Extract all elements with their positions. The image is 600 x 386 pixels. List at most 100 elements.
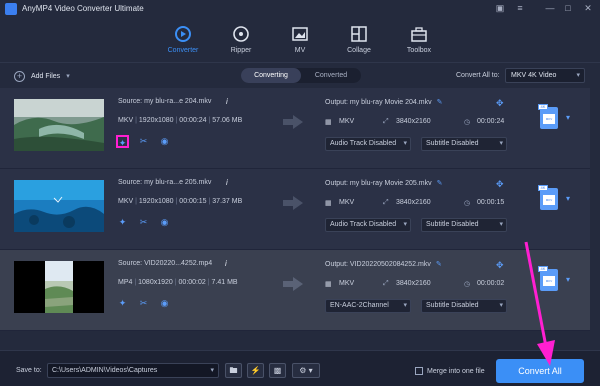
cut-icon[interactable]: ✂	[137, 297, 150, 310]
subtitle-value: Subtitle Disabled	[426, 302, 479, 309]
chevron-down-icon[interactable]: ▾	[566, 194, 570, 203]
add-files-label: Add Files	[31, 72, 61, 80]
output-resolution: 3840x2160	[396, 118, 431, 125]
file-row[interactable]: Source: my blu-ra...e 205.mkv i MKV | 19…	[0, 169, 590, 250]
feedback-icon[interactable]: ▣	[494, 3, 506, 14]
edit-actions: ✦ ✂ ◉	[116, 297, 171, 310]
video-thumbnail[interactable]	[14, 99, 104, 151]
edit-actions: ✦ ✂ ◉	[116, 135, 171, 148]
subtitle-select[interactable]: Subtitle Disabled ▾	[421, 137, 507, 151]
chevron-down-icon: ▾	[403, 221, 407, 228]
collage-icon	[351, 26, 367, 42]
plus-icon: +	[14, 70, 25, 82]
output-name-text: Output: VID20220502084252.mkv	[325, 261, 431, 268]
save-to-label: Save to:	[16, 367, 42, 374]
source-resolution: 1080x1920	[138, 279, 173, 286]
video-thumbnail[interactable]	[14, 180, 104, 232]
source-name: Source: my blu-ra...e 205.mkv	[118, 179, 212, 186]
subtitle-select[interactable]: Subtitle Disabled ▾	[421, 218, 507, 232]
enhance-icon[interactable]: ✦	[116, 135, 129, 148]
add-files-button[interactable]: + Add Files ▾	[14, 69, 70, 83]
tab-collage-label: Collage	[347, 47, 371, 54]
info-icon[interactable]: i	[226, 97, 228, 106]
tab-converter-label: Converter	[167, 47, 199, 54]
edit-name-icon[interactable]: ✎	[436, 261, 442, 268]
cut-icon[interactable]: ✂	[137, 216, 150, 229]
convert-all-to-label: Convert All to:	[456, 72, 500, 79]
tab-converting[interactable]: Converting	[241, 68, 301, 83]
chevron-down-icon[interactable]: ▾	[66, 72, 70, 80]
menu-icon[interactable]: ≡	[514, 3, 526, 14]
edit-actions: ✦ ✂ ◉	[116, 216, 171, 229]
file-row-selected[interactable]: Source: VID20220...4252.mp4 i MP4 | 1080…	[0, 250, 590, 331]
chevron-down-icon: ▾	[403, 302, 407, 309]
info-icon[interactable]: i	[226, 178, 228, 187]
output-settings-icon[interactable]: ✥	[496, 260, 504, 271]
output-settings-icon[interactable]: ✥	[496, 179, 504, 190]
subtitle-value: Subtitle Disabled	[426, 221, 479, 228]
convert-all-to-select[interactable]: MKV 4K Video ▾	[505, 68, 585, 83]
chevron-down-icon[interactable]: ▾	[566, 275, 570, 284]
audio-track-value: Audio Track Disabled	[330, 221, 397, 228]
maximize-icon[interactable]: □	[562, 3, 574, 14]
open-folder-icon[interactable]: 🖿	[225, 363, 242, 378]
chevron-down-icon[interactable]: ▾	[566, 113, 570, 122]
subtitle-value: Subtitle Disabled	[426, 140, 479, 147]
file-row[interactable]: Source: my blu-ra...e 204.mkv i MKV | 19…	[0, 88, 590, 169]
output-name: Output: my blu-ray Movie 205.mkv ✎	[325, 179, 442, 187]
source-duration: 00:00:15	[179, 198, 207, 205]
minimize-icon[interactable]: —	[544, 3, 556, 14]
convert-arrow-icon	[283, 277, 303, 291]
output-name-text: Output: my blu-ray Movie 205.mkv	[325, 180, 432, 187]
audio-track-select[interactable]: Audio Track Disabled ▾	[325, 137, 411, 151]
palette-icon[interactable]: ◉	[158, 135, 171, 148]
output-format-4k-icon[interactable]: 4K MKV	[538, 104, 558, 129]
merge-checkbox-row[interactable]: Merge into one file	[415, 367, 485, 375]
tab-ripper[interactable]: Ripper	[213, 22, 269, 62]
convert-all-to-value: MKV 4K Video	[511, 72, 557, 79]
tab-collage[interactable]: Collage	[331, 22, 387, 62]
status-tabs: Converting Converted	[241, 68, 361, 83]
chevron-down-icon: ▾	[210, 367, 214, 374]
tab-mv[interactable]: MV	[272, 22, 328, 62]
clock-icon: ◷	[464, 281, 471, 288]
gpu-accel-icon[interactable]: ▩	[269, 363, 286, 378]
merge-label: Merge into one file	[427, 367, 485, 375]
enhance-icon[interactable]: ✦	[116, 216, 129, 229]
output-format: MKV	[339, 280, 355, 287]
resolution-icon: ⤢	[383, 280, 389, 287]
output-format-4k-icon[interactable]: 4K MKV	[538, 185, 558, 210]
source-duration: 00:00:02	[178, 279, 206, 286]
source-format: MKV	[118, 117, 134, 124]
audio-track-select[interactable]: Audio Track Disabled ▾	[325, 218, 411, 232]
cut-icon[interactable]: ✂	[137, 135, 150, 148]
tab-converted[interactable]: Converted	[301, 68, 361, 83]
tab-toolbox[interactable]: Toolbox	[391, 22, 447, 62]
tab-converter[interactable]: Converter	[155, 22, 211, 62]
merge-checkbox[interactable]	[415, 367, 423, 375]
edit-name-icon[interactable]: ✎	[437, 99, 443, 106]
enhance-icon[interactable]: ✦	[116, 297, 129, 310]
chevron-down-icon: ▾	[576, 72, 580, 79]
subtitle-select[interactable]: Subtitle Disabled ▾	[421, 299, 507, 313]
audio-track-select[interactable]: EN-AAC-2Channel ▾	[325, 299, 411, 313]
scrollbar[interactable]	[592, 88, 598, 350]
hardware-accel-icon[interactable]: ⚡	[247, 363, 264, 378]
save-path-select[interactable]: C:\Users\ADMIN\Videos\Captures ▾	[47, 363, 219, 378]
edit-name-icon[interactable]: ✎	[437, 180, 443, 187]
output-settings-icon[interactable]: ✥	[496, 98, 504, 109]
source-duration: 00:00:24	[179, 117, 207, 124]
output-name: Output: my blu-ray Movie 204.mkv ✎	[325, 98, 442, 106]
mv-icon	[292, 27, 308, 41]
palette-icon[interactable]: ◉	[158, 216, 171, 229]
close-icon[interactable]: ✕	[582, 3, 594, 14]
resolution-icon: ⤢	[383, 199, 389, 206]
info-icon[interactable]: i	[225, 259, 227, 268]
video-thumbnail[interactable]	[14, 261, 104, 313]
output-format-icon: ▦	[325, 119, 332, 126]
source-size: 57.06 MB	[212, 117, 243, 124]
palette-icon[interactable]: ◉	[158, 297, 171, 310]
tab-ripper-label: Ripper	[230, 47, 252, 54]
main-nav: Converter Ripper MV Collage Toolbox	[0, 18, 600, 80]
settings-gear-icon[interactable]: ⚙ ▾	[292, 363, 320, 378]
